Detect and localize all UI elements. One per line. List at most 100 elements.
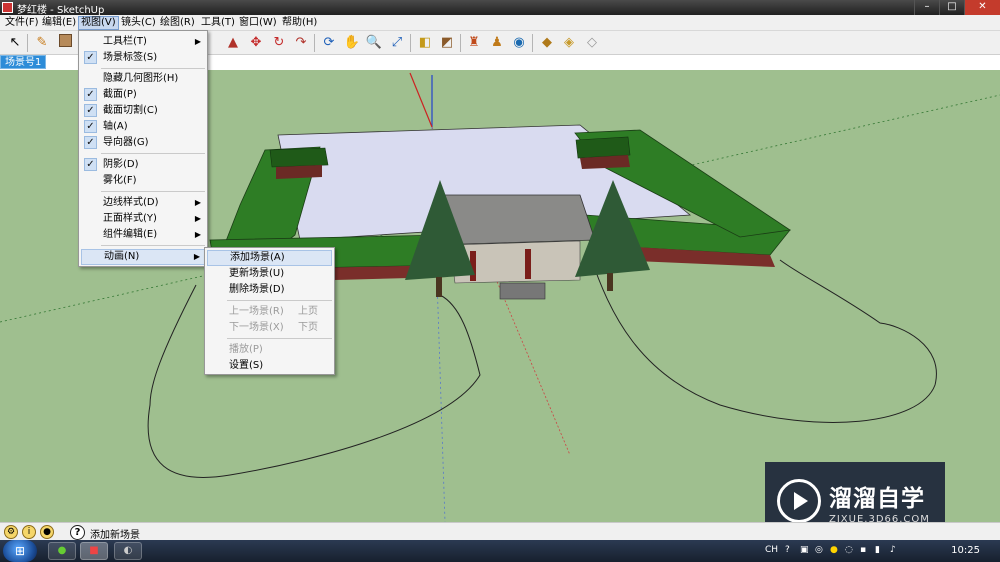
orbit-icon[interactable]: ⟳: [320, 34, 338, 52]
gate-column: [525, 249, 531, 279]
view-menu-dropdown: 工具栏(T) ▶ ✓ 场景标签(S) 隐藏几何图形(H) ✓ 截面(P) ✓ 截面切割(…: [78, 30, 208, 267]
view-menu-item-toolbars[interactable]: 工具栏(T) ▶: [81, 34, 205, 50]
scene-tab[interactable]: 场景号1: [0, 55, 47, 69]
taskbar: ⊞ ● ■ ◐ CH ? ▣ ◎ ● ◌ ▪ ▮ ♪ 10:25: [0, 540, 1000, 562]
help-tray-icon[interactable]: ?: [785, 545, 790, 555]
view-menu-item-face-style[interactable]: 正面样式(Y) ▶: [81, 211, 205, 227]
language-indicator[interactable]: CH: [765, 545, 778, 555]
gate-steps: [499, 282, 546, 300]
toolbar-separator: [314, 34, 315, 52]
submenu-arrow-icon: ▶: [194, 198, 201, 207]
menu-window[interactable]: 窗口(W): [237, 16, 279, 30]
pine-tree-right-trunk: [607, 273, 613, 291]
tray-icon[interactable]: ▪: [860, 545, 866, 555]
zoom-extents-icon[interactable]: ⤢: [388, 34, 406, 52]
toolbar-separator: [532, 34, 533, 52]
right-corner-pavilion: [575, 136, 631, 159]
system-tray: CH ? ▣ ◎ ● ◌ ▪ ▮ ♪ 10:25: [760, 540, 1000, 562]
pencil-icon[interactable]: ✎: [33, 34, 51, 52]
menu-file[interactable]: 文件(F): [3, 16, 41, 30]
left-corner-pavilion-wall: [276, 165, 322, 179]
menu-view[interactable]: 视图(V): [78, 16, 119, 30]
menu-separator: [101, 153, 205, 154]
checkmark-icon: ✓: [84, 158, 97, 171]
push-pull-icon[interactable]: ▲: [224, 34, 242, 52]
section-plane-icon[interactable]: ◧: [416, 34, 434, 52]
anim-menu-play[interactable]: 播放(P): [207, 342, 332, 358]
anim-menu-update-scene[interactable]: 更新场景(U): [207, 266, 332, 282]
walk-icon[interactable]: ♟: [488, 34, 506, 52]
share-model-icon[interactable]: ◈: [560, 34, 578, 52]
sketchup-app-icon: [2, 2, 13, 13]
move-icon[interactable]: ✥: [247, 34, 265, 52]
menu-separator: [101, 191, 205, 192]
components-icon[interactable]: ◇: [583, 34, 601, 52]
follow-me-icon[interactable]: ↷: [292, 34, 310, 52]
anim-menu-previous-scene[interactable]: 上一场景(R) 上页: [207, 304, 332, 320]
user-icon[interactable]: ●: [40, 525, 54, 539]
toolbar-separator: [460, 34, 461, 52]
watermark: 溜溜自学 ZIXUE.3D66.COM: [765, 462, 945, 522]
network-icon[interactable]: ▮: [875, 545, 880, 555]
eraser-icon[interactable]: [56, 34, 74, 52]
view-menu-item-guides[interactable]: ✓ 导向器(G): [81, 135, 205, 151]
taskbar-browser-icon[interactable]: ●: [48, 542, 76, 560]
geo-location-icon[interactable]: ⚙: [4, 525, 18, 539]
look-around-icon[interactable]: ◉: [510, 34, 528, 52]
menubar: 文件(F) 编辑(E) 视图(V) 镜头(C) 绘图(R) 工具(T) 窗口(W…: [0, 15, 1000, 31]
tray-icon[interactable]: ●: [830, 545, 838, 555]
view-menu-item-axes[interactable]: ✓ 轴(A): [81, 119, 205, 135]
minimize-button[interactable]: –: [914, 0, 939, 15]
submenu-arrow-icon: ▶: [194, 214, 201, 223]
view-menu-item-edge-style[interactable]: 边线样式(D) ▶: [81, 195, 205, 211]
window-titlebar: 梦红楼 - SketchUp – □ ✕: [0, 0, 1000, 16]
rotate-icon[interactable]: ↻: [270, 34, 288, 52]
checkmark-icon: ✓: [84, 104, 97, 117]
maximize-button[interactable]: □: [939, 0, 964, 15]
menu-draw[interactable]: 绘图(R): [158, 16, 197, 30]
view-menu-item-component-edit[interactable]: 组件编辑(E) ▶: [81, 227, 205, 243]
credits-icon[interactable]: i: [22, 525, 36, 539]
get-models-icon[interactable]: ◆: [538, 34, 556, 52]
taskbar-app-icon[interactable]: ◐: [114, 542, 142, 560]
menu-help[interactable]: 帮助(H): [280, 16, 319, 30]
tray-icon[interactable]: ◌: [845, 545, 853, 555]
help-icon[interactable]: ?: [70, 525, 85, 540]
view-menu-item-scene-tabs[interactable]: ✓ 场景标签(S): [81, 50, 205, 66]
view-menu-item-animation[interactable]: 动画(N) ▶: [81, 249, 205, 265]
view-menu-item-section-cuts[interactable]: ✓ 截面切割(C): [81, 103, 205, 119]
clock[interactable]: 10:25: [951, 545, 980, 556]
submenu-arrow-icon: ▶: [194, 230, 201, 239]
anim-menu-add-scene[interactable]: 添加场景(A): [207, 250, 332, 266]
view-menu-item-hidden-geometry[interactable]: 隐藏几何图形(H): [81, 71, 205, 87]
menu-camera[interactable]: 镜头(C): [119, 16, 158, 30]
toolbar-separator: [410, 34, 411, 52]
anim-menu-settings[interactable]: 设置(S): [207, 358, 332, 374]
close-button[interactable]: ✕: [964, 0, 1000, 15]
anim-menu-delete-scene[interactable]: 删除场景(D): [207, 282, 332, 298]
play-logo-icon: [777, 479, 821, 522]
select-arrow-icon[interactable]: ↖: [6, 34, 24, 52]
submenu-arrow-icon: ▶: [193, 252, 200, 261]
submenu-arrow-icon: ▶: [194, 37, 201, 46]
input-tray-icon[interactable]: ▣: [800, 545, 809, 555]
view-menu-item-fog[interactable]: 雾化(F): [81, 173, 205, 189]
left-corner-pavilion: [269, 147, 329, 168]
position-camera-icon[interactable]: ♜: [465, 34, 483, 52]
section-display-icon[interactable]: ◩: [438, 34, 456, 52]
statusbar: ⚙ i ● ? 添加新场景: [0, 522, 1000, 541]
taskbar-sketchup-icon[interactable]: ■: [80, 542, 108, 560]
view-menu-item-shadows[interactable]: ✓ 阴影(D): [81, 157, 205, 173]
volume-icon[interactable]: ♪: [890, 545, 896, 555]
tray-icon[interactable]: ◎: [815, 545, 823, 555]
view-menu-item-section-planes[interactable]: ✓ 截面(P): [81, 87, 205, 103]
menu-tools[interactable]: 工具(T): [199, 16, 237, 30]
pan-hand-icon[interactable]: ✋: [343, 34, 361, 52]
checkmark-icon: ✓: [84, 51, 97, 64]
red-axis: [409, 72, 433, 128]
anim-menu-next-scene[interactable]: 下一场景(X) 下页: [207, 320, 332, 336]
start-button[interactable]: ⊞: [3, 540, 37, 562]
zoom-icon[interactable]: 🔍: [365, 34, 383, 52]
menu-separator: [227, 338, 332, 339]
menu-edit[interactable]: 编辑(E): [40, 16, 78, 30]
